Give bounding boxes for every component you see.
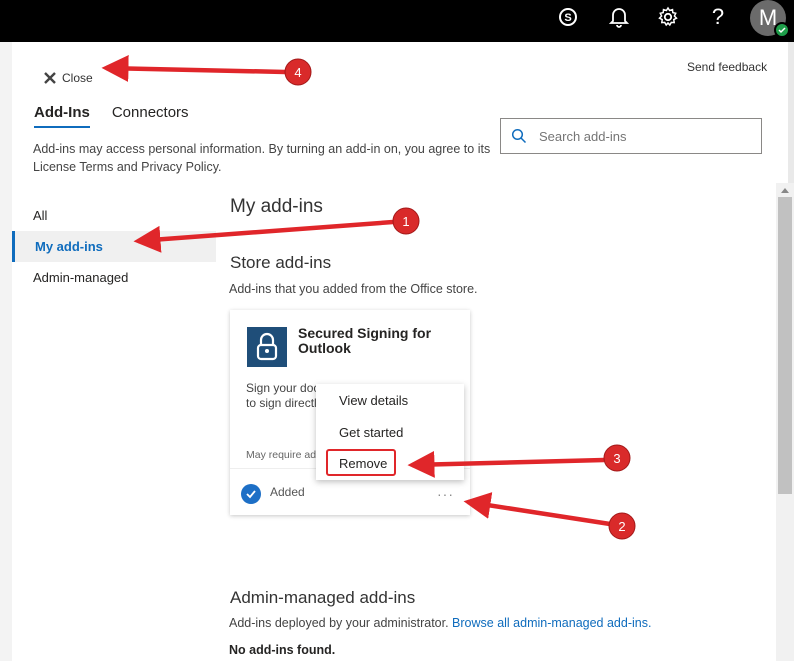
admin-managed-description: Add-ins deployed by your administrator. … bbox=[229, 616, 651, 630]
svg-text:S: S bbox=[564, 12, 571, 24]
close-label: Close bbox=[62, 71, 93, 85]
tab-add-ins[interactable]: Add-Ins bbox=[34, 104, 90, 128]
help-icon[interactable]: ? bbox=[704, 3, 732, 31]
scroll-up-arrow-icon[interactable] bbox=[776, 183, 794, 197]
top-bar: S ? M bbox=[0, 0, 794, 42]
no-add-ins-message: No add-ins found. bbox=[229, 643, 336, 657]
page-title: My add-ins bbox=[230, 196, 323, 217]
background-page bbox=[0, 42, 12, 661]
admin-managed-text: Add-ins deployed by your administrator. bbox=[229, 616, 449, 630]
add-in-note: May require addi bbox=[246, 449, 325, 461]
more-options-button[interactable]: ··· bbox=[437, 486, 454, 502]
nav-item-admin-managed[interactable]: Admin-managed bbox=[12, 262, 216, 293]
menu-item-get-started[interactable]: Get started bbox=[339, 425, 403, 440]
context-menu: View details Get started Remove bbox=[316, 384, 464, 480]
store-add-ins-description: Add-ins that you added from the Office s… bbox=[229, 282, 478, 296]
search-box[interactable] bbox=[500, 118, 762, 154]
menu-item-remove[interactable]: Remove bbox=[339, 456, 387, 471]
menu-item-view-details[interactable]: View details bbox=[339, 393, 408, 408]
status-available-icon bbox=[774, 22, 790, 38]
close-icon bbox=[44, 72, 56, 84]
search-icon bbox=[511, 128, 527, 144]
add-in-title: Secured Signing for Outlook bbox=[298, 325, 432, 356]
side-nav: All My add-ins Admin-managed bbox=[12, 200, 216, 293]
tab-connectors[interactable]: Connectors bbox=[112, 104, 189, 128]
scroll-thumb[interactable] bbox=[778, 197, 792, 494]
skype-icon[interactable]: S bbox=[554, 3, 582, 31]
send-feedback-link[interactable]: Send feedback bbox=[687, 60, 767, 74]
browse-admin-add-ins-link[interactable]: Browse all admin-managed add-ins. bbox=[452, 616, 651, 630]
tab-bar: Add-Ins Connectors bbox=[34, 104, 211, 128]
add-ins-panel: Close Send feedback Add-Ins Connectors A… bbox=[12, 42, 788, 661]
nav-item-all[interactable]: All bbox=[12, 200, 216, 231]
bell-icon[interactable] bbox=[605, 3, 633, 31]
scrollbar[interactable] bbox=[776, 183, 794, 661]
search-input[interactable] bbox=[537, 127, 741, 145]
privacy-disclaimer: Add-ins may access personal information.… bbox=[33, 142, 491, 174]
store-add-ins-heading: Store add-ins bbox=[230, 253, 332, 272]
admin-managed-heading: Admin-managed add-ins bbox=[230, 588, 416, 607]
close-button[interactable]: Close bbox=[44, 68, 93, 88]
nav-item-my-add-ins[interactable]: My add-ins bbox=[12, 231, 216, 262]
gear-icon[interactable] bbox=[654, 3, 682, 31]
secured-signing-logo-icon bbox=[247, 327, 287, 367]
added-status: Added bbox=[270, 485, 305, 499]
check-icon bbox=[241, 484, 261, 504]
